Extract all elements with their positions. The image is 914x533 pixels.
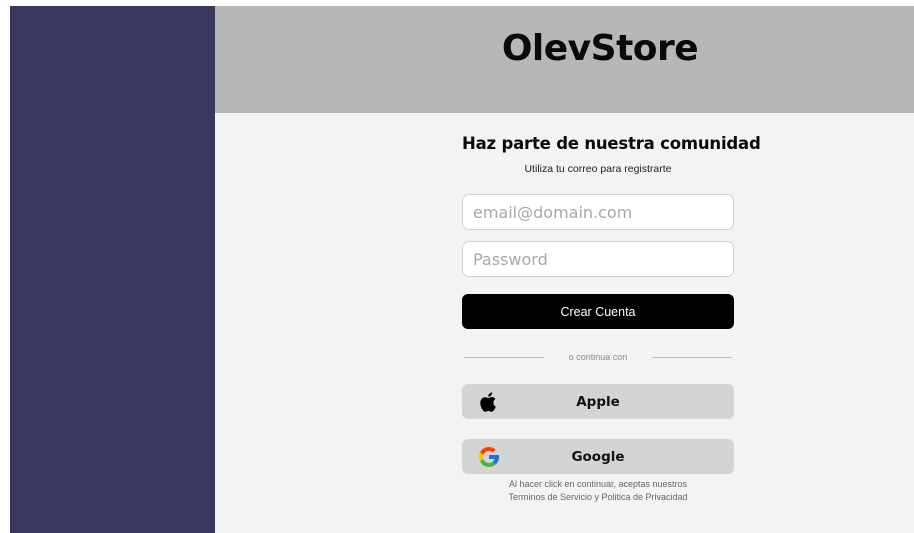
divider-line-left (464, 356, 544, 358)
apple-icon (477, 390, 501, 414)
apple-button-label: Apple (576, 394, 620, 410)
sidebar-panel (10, 6, 215, 533)
email-input[interactable] (462, 194, 734, 230)
divider-line-right (651, 356, 732, 358)
brand-title: OlevStore (501, 28, 699, 69)
legal-line-1: Al hacer click en continuar, aceptas nue… (508, 479, 688, 489)
divider-text: o continua con (568, 352, 628, 362)
legal-notice: Al hacer click en continuar, aceptas nue… (462, 478, 734, 504)
header-bar: OlevStore (215, 6, 914, 113)
create-account-button[interactable]: Crear Cuenta (462, 294, 734, 329)
form-title: Haz parte de nuestra comunidad (462, 134, 761, 153)
app-window: OlevStore Haz parte de nuestra comunidad… (10, 6, 914, 533)
google-signin-button[interactable]: Google (462, 439, 734, 474)
apple-signin-button[interactable]: Apple (462, 384, 734, 419)
main-panel: OlevStore Haz parte de nuestra comunidad… (215, 6, 914, 533)
divider: o continua con (462, 350, 734, 364)
signup-form: Haz parte de nuestra comunidad Utiliza t… (462, 134, 761, 504)
google-icon (477, 445, 501, 469)
form-subtitle: Utiliza tu correo para registrarte (524, 163, 672, 175)
google-button-label: Google (571, 449, 625, 465)
legal-line-2: Terminos de Servicio y Politica de Priva… (508, 492, 688, 502)
password-input[interactable] (462, 241, 734, 277)
